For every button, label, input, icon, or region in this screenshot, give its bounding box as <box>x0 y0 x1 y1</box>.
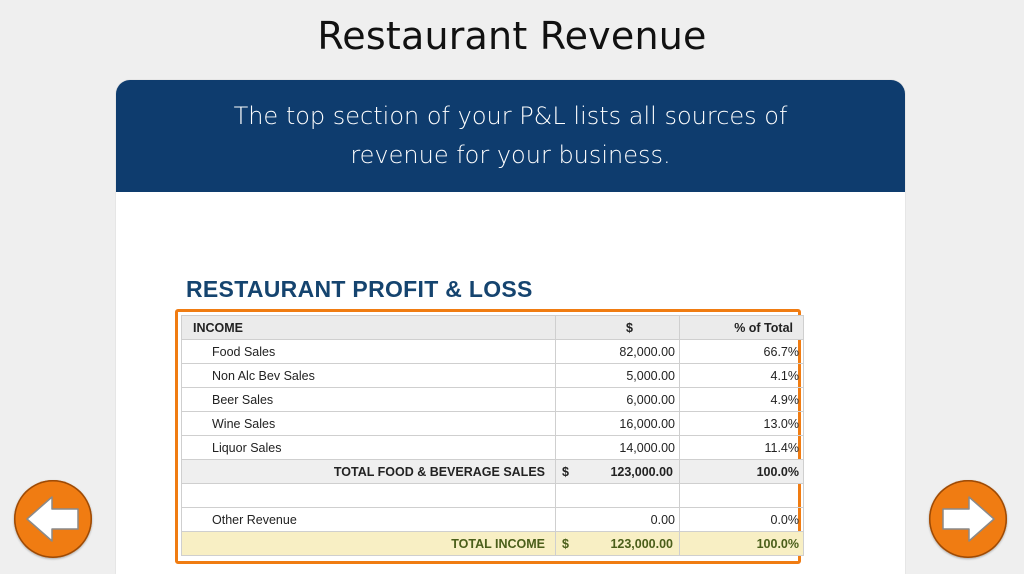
row-amount: 6,000.00 <box>555 387 680 412</box>
row-percent: 4.1% <box>679 363 804 388</box>
row-label: Food Sales <box>181 339 556 364</box>
arrow-right-icon <box>942 496 995 542</box>
row-label: Beer Sales <box>181 387 556 412</box>
subtotal-percent: 100.0% <box>679 459 804 484</box>
next-button[interactable] <box>929 480 1007 558</box>
report-title: RESTAURANT PROFIT & LOSS <box>186 276 533 302</box>
total-income-amount: 123,000.00 <box>610 536 673 551</box>
row-percent: 66.7% <box>679 339 804 364</box>
total-income-row: TOTAL INCOME $ 123,000.00 100.0% <box>181 531 804 556</box>
row-amount: 0.00 <box>555 507 680 532</box>
subtotal-row: TOTAL FOOD & BEVERAGE SALES $ 123,000.00… <box>181 459 804 484</box>
banner-text: The top section of your P&L lists all so… <box>233 102 788 169</box>
row-amount: 5,000.00 <box>555 363 680 388</box>
subtotal-amount: 123,000.00 <box>610 464 673 479</box>
header-income: INCOME <box>181 315 556 340</box>
total-income-currency: $ <box>562 536 569 551</box>
header-amount: $ <box>555 315 680 340</box>
total-income-amount-cell: $ 123,000.00 <box>555 531 680 556</box>
table-row: Other Revenue 0.00 0.0% <box>181 507 804 532</box>
content-card: The top section of your P&L lists all so… <box>116 80 905 574</box>
row-amount: 16,000.00 <box>555 411 680 436</box>
spacer-cell <box>181 483 556 508</box>
row-percent: 0.0% <box>679 507 804 532</box>
total-income-label: TOTAL INCOME <box>181 531 556 556</box>
row-spacer <box>181 483 804 508</box>
page-title: Restaurant Revenue <box>317 14 707 58</box>
table-row: Beer Sales 6,000.00 4.9% <box>181 387 804 412</box>
total-income-percent: 100.0% <box>679 531 804 556</box>
row-label: Liquor Sales <box>181 435 556 460</box>
subtotal-amount-cell: $ 123,000.00 <box>555 459 680 484</box>
table-row: Wine Sales 16,000.00 13.0% <box>181 411 804 436</box>
spacer-cell <box>679 483 804 508</box>
row-percent: 11.4% <box>679 435 804 460</box>
pl-table-highlight: INCOME $ % of Total Food Sales 82,000.00… <box>175 309 804 564</box>
subtotal-label: TOTAL FOOD & BEVERAGE SALES <box>181 459 556 484</box>
table-row: Food Sales 82,000.00 66.7% <box>181 339 804 364</box>
header-percent: % of Total <box>679 315 804 340</box>
row-label: Wine Sales <box>181 411 556 436</box>
row-amount: 14,000.00 <box>555 435 680 460</box>
row-amount: 82,000.00 <box>555 339 680 364</box>
subtotal-currency: $ <box>562 464 569 479</box>
row-label: Non Alc Bev Sales <box>181 363 556 388</box>
row-percent: 4.9% <box>679 387 804 412</box>
spacer-cell <box>555 483 680 508</box>
row-percent: 13.0% <box>679 411 804 436</box>
table-header-row: INCOME $ % of Total <box>181 315 804 340</box>
previous-button[interactable] <box>14 480 92 558</box>
pl-table: INCOME $ % of Total Food Sales 82,000.00… <box>181 315 804 556</box>
arrow-left-icon <box>26 496 79 542</box>
table-row: Non Alc Bev Sales 5,000.00 4.1% <box>181 363 804 388</box>
table-row: Liquor Sales 14,000.00 11.4% <box>181 435 804 460</box>
row-label: Other Revenue <box>181 507 556 532</box>
banner: The top section of your P&L lists all so… <box>116 80 905 192</box>
